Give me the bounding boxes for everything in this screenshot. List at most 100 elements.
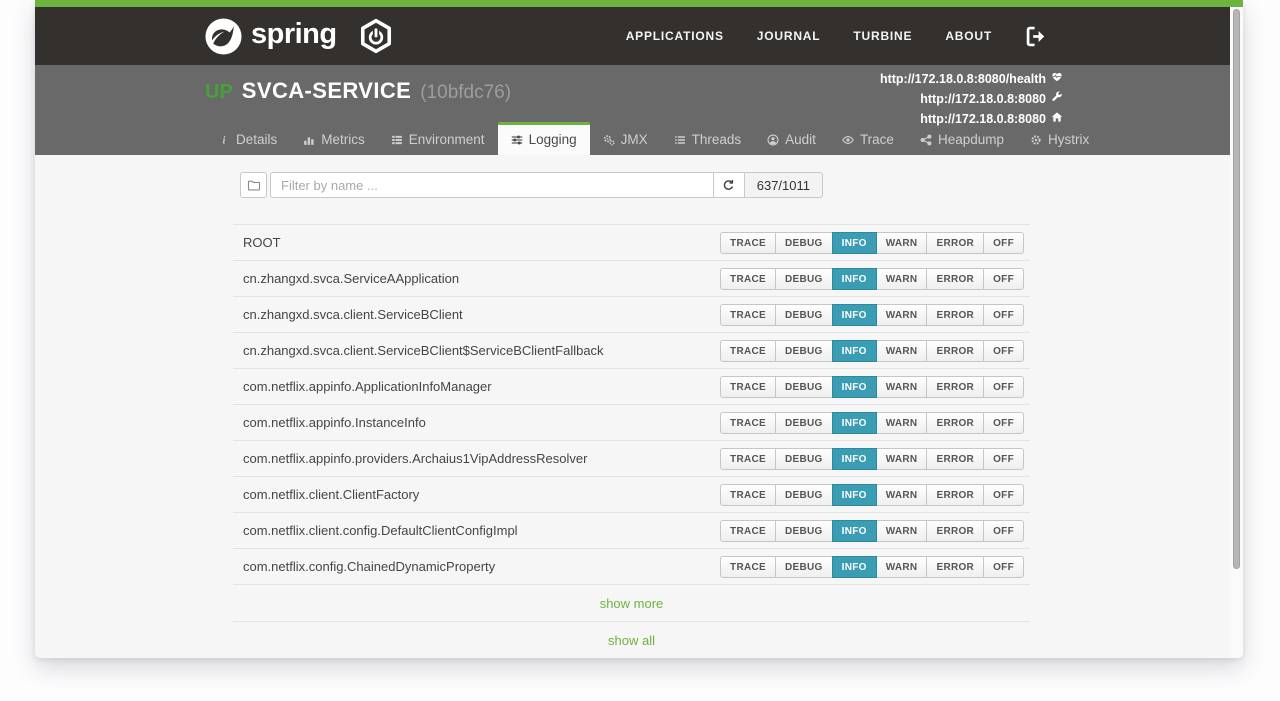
nav-item-about[interactable]: ABOUT [945,29,992,43]
level-off-button[interactable]: OFF [983,304,1024,326]
level-error-button[interactable]: ERROR [926,376,984,398]
service-url[interactable]: http://172.18.0.8:8080/health [880,69,1063,89]
level-info-button[interactable]: INFO [832,268,877,290]
level-error-button[interactable]: ERROR [926,556,984,578]
level-warn-button[interactable]: WARN [876,340,928,362]
level-warn-button[interactable]: WARN [876,484,928,506]
sign-out-icon[interactable] [1025,25,1048,48]
level-info-button[interactable]: INFO [832,484,877,506]
info-icon: i [218,134,230,146]
level-debug-button[interactable]: DEBUG [775,268,833,290]
tab-heapdump[interactable]: Heapdump [907,122,1017,155]
level-trace-button[interactable]: TRACE [720,412,776,434]
level-trace-button[interactable]: TRACE [720,340,776,362]
level-off-button[interactable]: OFF [983,448,1024,470]
level-trace-button[interactable]: TRACE [720,376,776,398]
level-debug-button[interactable]: DEBUG [775,484,833,506]
level-button-group: TRACEDEBUGINFOWARNERROROFF [720,268,1024,290]
tab-label: JMX [621,132,648,147]
level-warn-button[interactable]: WARN [876,232,928,254]
level-info-button[interactable]: INFO [832,304,877,326]
service-url[interactable]: http://172.18.0.8:8080 [880,89,1063,109]
level-debug-button[interactable]: DEBUG [775,520,833,542]
level-warn-button[interactable]: WARN [876,304,928,326]
logger-row: cn.zhangxd.svca.client.ServiceBClientTRA… [233,297,1030,333]
level-trace-button[interactable]: TRACE [720,268,776,290]
scrollbar[interactable] [1230,7,1243,658]
level-debug-button[interactable]: DEBUG [775,304,833,326]
show-all-link[interactable]: show all [608,633,655,648]
level-off-button[interactable]: OFF [983,412,1024,434]
tab-audit[interactable]: Audit [754,122,829,155]
show-more-link[interactable]: show more [600,596,664,611]
level-info-button[interactable]: INFO [832,232,877,254]
scrollbar-thumb[interactable] [1233,9,1240,569]
level-error-button[interactable]: ERROR [926,520,984,542]
level-error-button[interactable]: ERROR [926,304,984,326]
tab-jmx[interactable]: JMX [590,122,661,155]
level-debug-button[interactable]: DEBUG [775,376,833,398]
nav-item-journal[interactable]: JOURNAL [757,29,821,43]
brand-logo[interactable]: spring [205,18,394,55]
level-info-button[interactable]: INFO [832,340,877,362]
level-debug-button[interactable]: DEBUG [775,232,833,254]
level-off-button[interactable]: OFF [983,484,1024,506]
level-error-button[interactable]: ERROR [926,340,984,362]
tab-label: Heapdump [938,132,1004,147]
level-error-button[interactable]: ERROR [926,448,984,470]
level-error-button[interactable]: ERROR [926,484,984,506]
logger-name: ROOT [243,235,281,250]
tab-details[interactable]: iDetails [205,122,290,155]
level-debug-button[interactable]: DEBUG [775,340,833,362]
tab-hystrix[interactable]: Hystrix [1017,122,1102,155]
level-trace-button[interactable]: TRACE [720,232,776,254]
level-warn-button[interactable]: WARN [876,376,928,398]
level-warn-button[interactable]: WARN [876,448,928,470]
level-trace-button[interactable]: TRACE [720,304,776,326]
level-off-button[interactable]: OFF [983,376,1024,398]
level-info-button[interactable]: INFO [832,376,877,398]
tab-logging[interactable]: Logging [498,122,590,155]
service-url-label: http://172.18.0.8:8080/health [880,69,1046,89]
level-off-button[interactable]: OFF [983,340,1024,362]
level-debug-button[interactable]: DEBUG [775,412,833,434]
level-error-button[interactable]: ERROR [926,412,984,434]
level-error-button[interactable]: ERROR [926,232,984,254]
level-info-button[interactable]: INFO [832,556,877,578]
level-info-button[interactable]: INFO [832,412,877,434]
level-button-group: TRACEDEBUGINFOWARNERROROFF [720,232,1024,254]
level-debug-button[interactable]: DEBUG [775,448,833,470]
level-debug-button[interactable]: DEBUG [775,556,833,578]
bar-chart-icon [303,134,315,146]
level-trace-button[interactable]: TRACE [720,484,776,506]
tab-environment[interactable]: Environment [378,122,498,155]
level-warn-button[interactable]: WARN [876,412,928,434]
level-off-button[interactable]: OFF [983,556,1024,578]
nav-item-turbine[interactable]: TURBINE [853,29,912,43]
level-warn-button[interactable]: WARN [876,268,928,290]
level-error-button[interactable]: ERROR [926,268,984,290]
level-info-button[interactable]: INFO [832,448,877,470]
tab-metrics[interactable]: Metrics [290,122,378,155]
level-info-button[interactable]: INFO [832,520,877,542]
folder-button[interactable] [240,172,267,198]
level-button-group: TRACEDEBUGINFOWARNERROROFF [720,448,1024,470]
level-warn-button[interactable]: WARN [876,556,928,578]
service-name: SVCA-SERVICE [242,78,411,104]
tab-trace[interactable]: Trace [829,122,907,155]
tab-threads[interactable]: Threads [661,122,755,155]
level-trace-button[interactable]: TRACE [720,520,776,542]
nav-item-applications[interactable]: APPLICATIONS [626,29,724,43]
level-off-button[interactable]: OFF [983,268,1024,290]
level-off-button[interactable]: OFF [983,232,1024,254]
level-warn-button[interactable]: WARN [876,520,928,542]
refresh-button[interactable] [714,172,745,198]
level-off-button[interactable]: OFF [983,520,1024,542]
level-trace-button[interactable]: TRACE [720,448,776,470]
logger-name: cn.zhangxd.svca.ServiceAApplication [243,271,459,286]
level-button-group: TRACEDEBUGINFOWARNERROROFF [720,556,1024,578]
level-trace-button[interactable]: TRACE [720,556,776,578]
level-button-group: TRACEDEBUGINFOWARNERROROFF [720,484,1024,506]
filter-input[interactable] [270,172,714,198]
cog-icon [1030,134,1042,146]
